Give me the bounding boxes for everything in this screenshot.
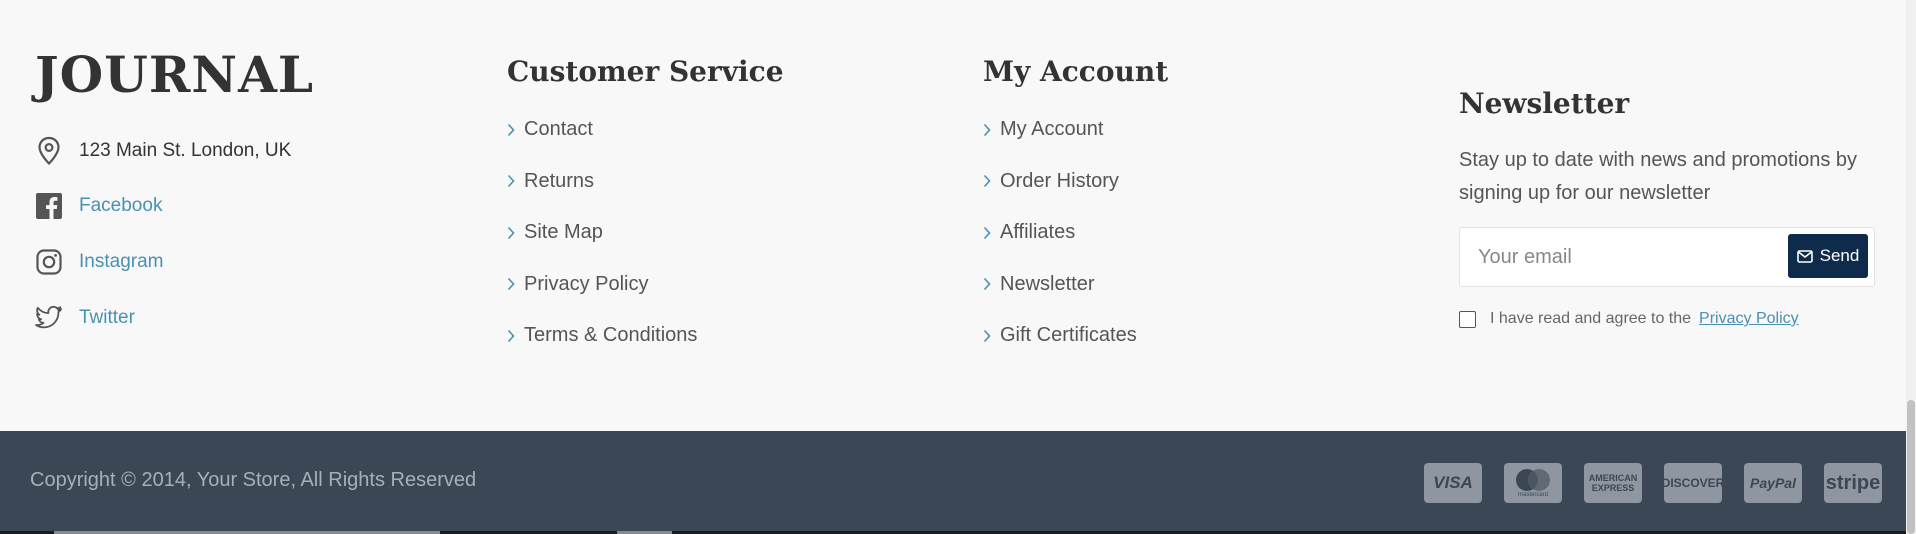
send-label: Send bbox=[1819, 246, 1860, 265]
address-text: 123 Main St. London, UK bbox=[79, 140, 292, 161]
link-gift-certificates[interactable]: Gift Certificates bbox=[983, 310, 1137, 362]
footer-bottom-bar: Copyright © 2014, Your Store, All Rights… bbox=[0, 431, 1906, 534]
chevron-right-icon bbox=[983, 329, 991, 343]
chevron-right-icon bbox=[507, 226, 515, 240]
store-logo[interactable]: JOURNAL bbox=[35, 44, 314, 106]
location-pin-icon bbox=[35, 136, 63, 166]
twitter-link[interactable]: Twitter bbox=[35, 301, 135, 335]
link-label[interactable]: Order History bbox=[1000, 170, 1119, 193]
privacy-policy-link[interactable]: Privacy Policy bbox=[1699, 310, 1799, 328]
customer-service-links: Contact Returns Site Map Privacy Policy … bbox=[507, 104, 697, 362]
newsletter-title: Newsletter bbox=[1459, 87, 1630, 120]
link-label[interactable]: Affiliates bbox=[1000, 221, 1075, 244]
link-returns[interactable]: Returns bbox=[507, 156, 697, 208]
link-label[interactable]: Terms & Conditions bbox=[524, 324, 697, 347]
agree-checkbox[interactable] bbox=[1459, 310, 1476, 328]
email-input[interactable] bbox=[1460, 228, 1780, 286]
link-label[interactable]: Returns bbox=[524, 170, 594, 193]
paypal-icon: PayPal bbox=[1744, 463, 1802, 503]
envelope-icon bbox=[1796, 249, 1813, 263]
chevron-right-icon bbox=[507, 277, 515, 291]
link-label[interactable]: Gift Certificates bbox=[1000, 324, 1137, 347]
my-account-links: My Account Order History Affiliates News… bbox=[983, 104, 1137, 362]
newsletter-description: Stay up to date with news and promotions… bbox=[1459, 149, 1858, 204]
link-label[interactable]: Privacy Policy bbox=[524, 273, 648, 296]
discover-icon: DISCOVER bbox=[1664, 463, 1722, 503]
amex-icon: AMERICAN EXPRESS bbox=[1584, 463, 1642, 503]
chevron-right-icon bbox=[983, 123, 991, 137]
link-label[interactable]: My Account bbox=[1000, 118, 1103, 141]
stripe-icon: stripe bbox=[1824, 463, 1882, 503]
facebook-link[interactable]: Facebook bbox=[35, 189, 162, 223]
chevron-right-icon bbox=[983, 174, 991, 188]
visa-icon: VISA bbox=[1424, 463, 1482, 503]
link-affiliates[interactable]: Affiliates bbox=[983, 207, 1137, 259]
address-row: 123 Main St. London, UK bbox=[35, 134, 291, 168]
mastercard-icon: mastercard bbox=[1504, 463, 1562, 503]
link-site-map[interactable]: Site Map bbox=[507, 207, 697, 259]
facebook-icon bbox=[35, 192, 63, 220]
twitter-label[interactable]: Twitter bbox=[79, 307, 135, 329]
chevron-right-icon bbox=[983, 277, 991, 291]
chevron-right-icon bbox=[507, 329, 515, 343]
scrollbar-thumb[interactable] bbox=[1907, 400, 1915, 534]
link-my-account[interactable]: My Account bbox=[983, 104, 1137, 156]
link-order-history[interactable]: Order History bbox=[983, 156, 1137, 208]
link-label[interactable]: Site Map bbox=[524, 221, 603, 244]
send-button[interactable]: Send bbox=[1788, 234, 1868, 278]
link-newsletter[interactable]: Newsletter bbox=[983, 259, 1137, 311]
customer-service-title: Customer Service bbox=[507, 55, 784, 88]
link-terms[interactable]: Terms & Conditions bbox=[507, 310, 697, 362]
chevron-right-icon bbox=[983, 226, 991, 240]
instagram-icon bbox=[35, 248, 63, 276]
link-label[interactable]: Newsletter bbox=[1000, 273, 1094, 296]
chevron-right-icon bbox=[507, 174, 515, 188]
instagram-link[interactable]: Instagram bbox=[35, 245, 163, 279]
link-label[interactable]: Contact bbox=[524, 118, 593, 141]
chevron-right-icon bbox=[507, 123, 515, 137]
copyright-text: Copyright © 2014, Your Store, All Rights… bbox=[30, 469, 477, 491]
agree-label: I have read and agree to the bbox=[1490, 310, 1692, 327]
facebook-label[interactable]: Facebook bbox=[79, 195, 162, 217]
twitter-icon bbox=[35, 304, 63, 332]
link-contact[interactable]: Contact bbox=[507, 104, 697, 156]
vertical-scrollbar[interactable] bbox=[1906, 0, 1916, 534]
agree-row: I have read and agree to the Privacy Pol… bbox=[1459, 310, 1799, 328]
mastercard-label: mastercard bbox=[1517, 491, 1548, 498]
instagram-label[interactable]: Instagram bbox=[79, 251, 163, 273]
link-privacy-policy[interactable]: Privacy Policy bbox=[507, 259, 697, 311]
footer-top: JOURNAL 123 Main St. London, UK Facebook… bbox=[0, 0, 1906, 431]
my-account-title: My Account bbox=[983, 55, 1169, 88]
payment-icons: VISA mastercard AMERICAN EXPRESS DISCOVE… bbox=[1402, 463, 1882, 503]
newsletter-form: Send bbox=[1459, 227, 1875, 287]
